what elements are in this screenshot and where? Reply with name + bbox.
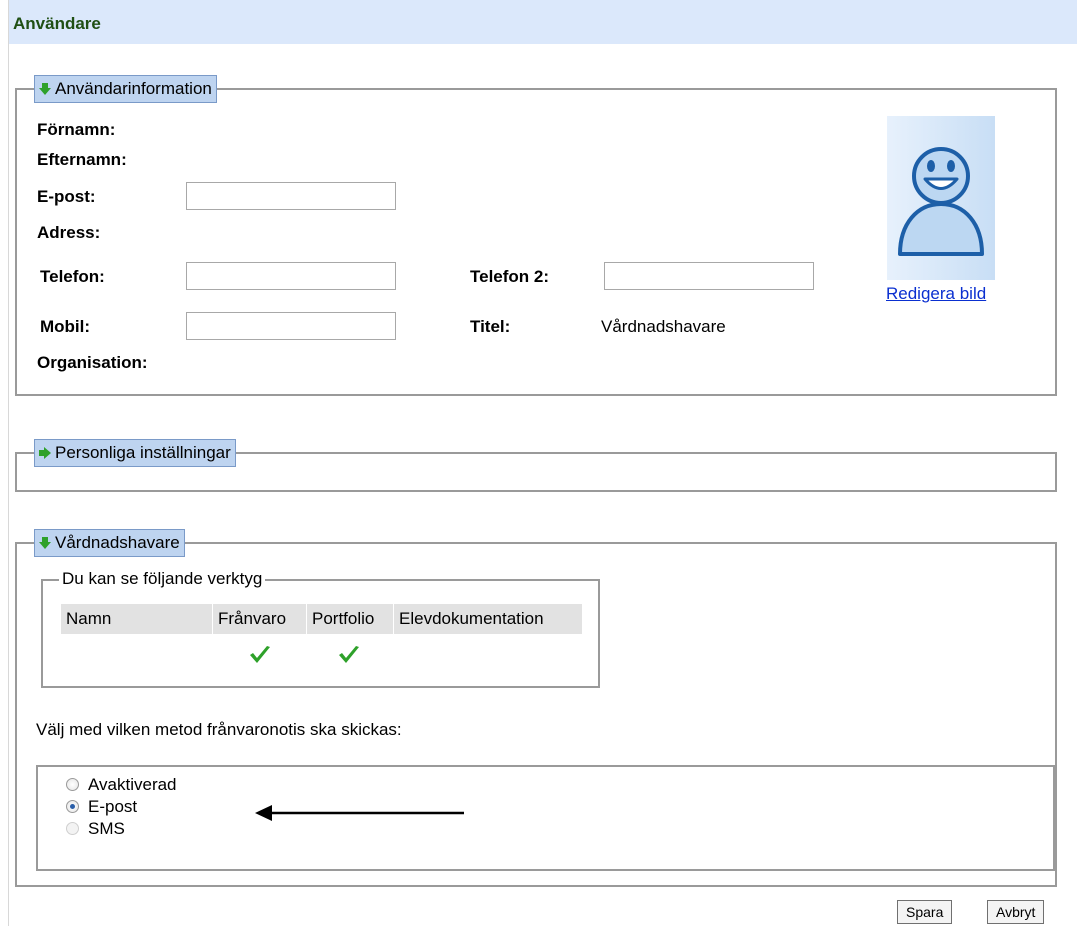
personal-settings-legend[interactable]: Personliga inställningar: [34, 439, 236, 467]
last-name-label: Efternamn:: [37, 150, 127, 169]
title-label: Titel:: [470, 317, 511, 336]
email-label: E-post:: [37, 187, 96, 206]
personal-settings-legend-label: Personliga inställningar: [55, 443, 231, 462]
organisation-label: Organisation:: [37, 353, 148, 372]
user-info-legend-label: Användarinformation: [55, 79, 212, 98]
tools-column-portfolio: Portfolio: [307, 604, 393, 634]
radio-label: SMS: [88, 819, 125, 838]
save-button[interactable]: Spara: [897, 900, 953, 924]
mobile-label: Mobil:: [40, 317, 91, 336]
phone2-label: Telefon 2:: [470, 267, 550, 286]
email-field[interactable]: [186, 182, 396, 210]
phone2-field[interactable]: [604, 262, 814, 290]
tools-column-name: Namn: [61, 604, 212, 634]
tools-legend: Du kan se följande verktyg: [59, 569, 266, 589]
radio-button[interactable]: [66, 778, 79, 791]
tools-column-elevdokumentation: Elevdokumentation: [394, 604, 582, 634]
first-name-label: Förnamn:: [37, 120, 116, 139]
guardian-legend-label: Vårdnadshavare: [55, 533, 180, 552]
mobile-field[interactable]: [186, 312, 396, 340]
guardian-legend[interactable]: Vårdnadshavare: [34, 529, 185, 557]
phone-field[interactable]: [186, 262, 396, 290]
arrow-down-icon: [39, 83, 51, 95]
radio-label: Avaktiverad: [88, 775, 177, 794]
edit-image-link[interactable]: Redigera bild: [886, 284, 986, 304]
avatar: [887, 116, 995, 280]
check-icon-portfolio: [338, 645, 360, 665]
title-value: Vårdnadshavare: [601, 317, 726, 336]
radio-button[interactable]: [66, 800, 79, 813]
tools-column-franvaro: Frånvaro: [213, 604, 306, 634]
phone-label: Telefon:: [40, 267, 105, 286]
cancel-button[interactable]: Avbryt: [987, 900, 1045, 924]
left-border: [8, 0, 9, 926]
arrow-right-icon: [39, 447, 51, 459]
arrow-down-icon: [39, 537, 51, 549]
page-header: Användare: [9, 0, 1077, 44]
page-title: Användare: [13, 14, 101, 33]
radio-button[interactable]: [66, 822, 79, 835]
user-info-legend[interactable]: Användarinformation: [34, 75, 217, 103]
smiley-person-icon: [898, 147, 984, 256]
arrow-left-icon: [255, 805, 464, 821]
check-icon-franvaro: [249, 645, 271, 665]
radio-label: E-post: [88, 797, 138, 816]
address-label: Adress:: [37, 223, 101, 242]
notification-method-group: [36, 765, 1055, 871]
notification-method-label: Välj med vilken metod frånvaronotis ska …: [36, 720, 402, 739]
